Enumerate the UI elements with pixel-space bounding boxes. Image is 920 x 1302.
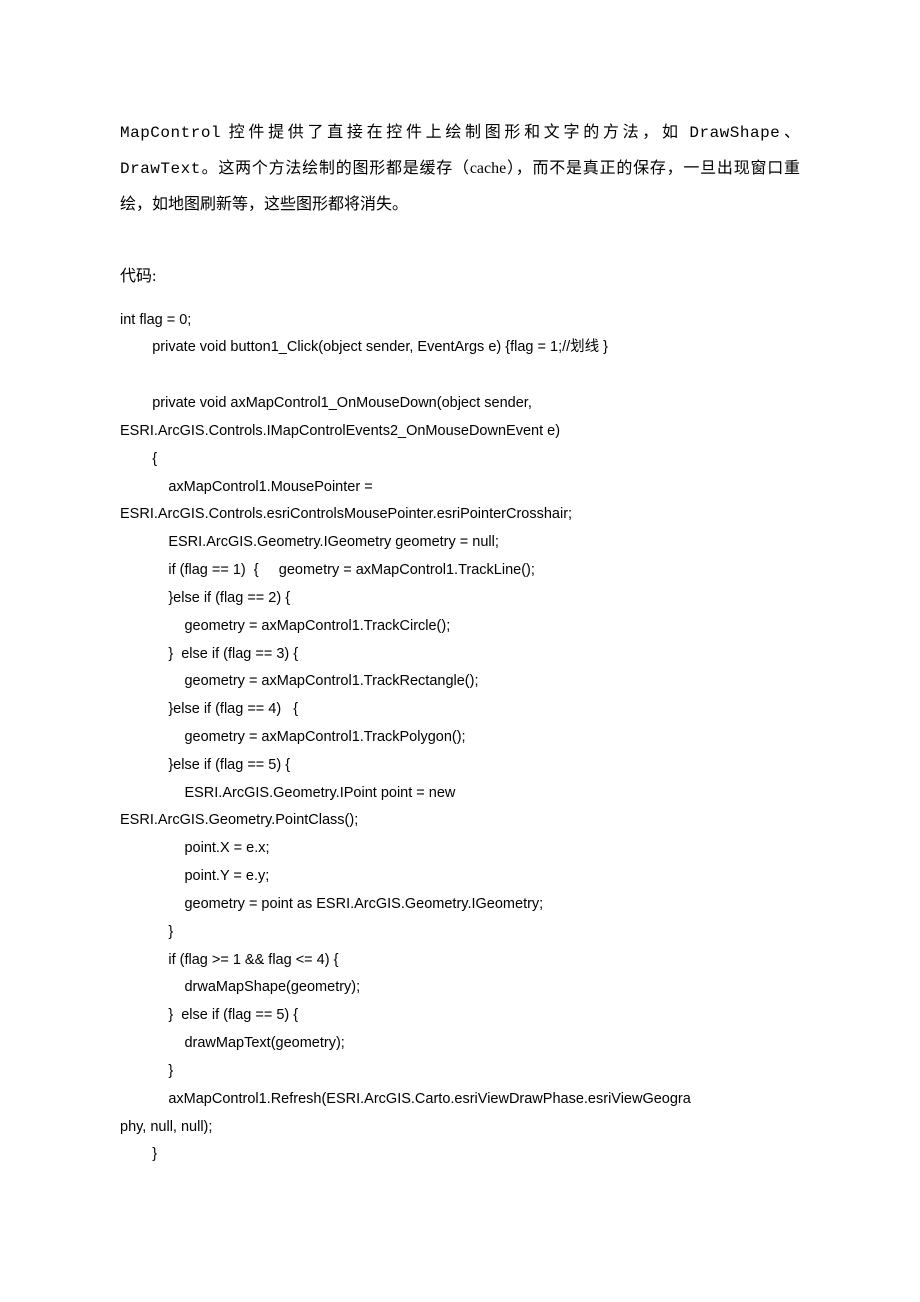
code-line: drawMapText(geometry); bbox=[120, 1030, 800, 1058]
code-line: if (flag >= 1 && flag <= 4) { bbox=[120, 947, 800, 975]
code-label: 代码: bbox=[120, 261, 800, 293]
code-line: private void axMapControl1_OnMouseDown(o… bbox=[120, 390, 800, 418]
code-line: point.Y = e.y; bbox=[120, 863, 800, 891]
intro-text-1: MapControl bbox=[120, 124, 221, 142]
code-line: } bbox=[120, 1141, 800, 1169]
code-line: point.X = e.x; bbox=[120, 835, 800, 863]
code-line: drwaMapShape(geometry); bbox=[120, 974, 800, 1002]
intro-text-4: 、 bbox=[780, 124, 800, 141]
code-line bbox=[120, 362, 800, 390]
code-line: int flag = 0; bbox=[120, 307, 800, 335]
code-line: } bbox=[120, 1058, 800, 1086]
code-line: axMapControl1.Refresh(ESRI.ArcGIS.Carto.… bbox=[120, 1086, 800, 1114]
code-line: geometry = axMapControl1.TrackCircle(); bbox=[120, 613, 800, 641]
document-page: MapControl 控件提供了直接在控件上绘制图形和文字的方法，如 DrawS… bbox=[0, 0, 920, 1229]
code-line: phy, null, null); bbox=[120, 1114, 800, 1142]
code-line: geometry = point as ESRI.ArcGIS.Geometry… bbox=[120, 891, 800, 919]
code-block: int flag = 0; private void button1_Click… bbox=[120, 307, 800, 1170]
code-line: ESRI.ArcGIS.Geometry.IPoint point = new bbox=[120, 780, 800, 808]
code-line: { bbox=[120, 446, 800, 474]
intro-text-2: 控件提供了直接在控件上绘制图形和文字的方法，如 bbox=[221, 124, 689, 141]
code-line: axMapControl1.MousePointer = bbox=[120, 474, 800, 502]
code-line: ESRI.ArcGIS.Controls.esriControlsMousePo… bbox=[120, 501, 800, 529]
code-line: }else if (flag == 5) { bbox=[120, 752, 800, 780]
intro-text-6: 。这两个方法绘制的图形都是缓存（cache），而不是真正的保存，一旦出现窗口重绘… bbox=[120, 160, 800, 213]
code-line: geometry = axMapControl1.TrackRectangle(… bbox=[120, 668, 800, 696]
code-line: ESRI.ArcGIS.Controls.IMapControlEvents2_… bbox=[120, 418, 800, 446]
code-line: } else if (flag == 3) { bbox=[120, 641, 800, 669]
code-line: geometry = axMapControl1.TrackPolygon(); bbox=[120, 724, 800, 752]
code-line: if (flag == 1) { geometry = axMapControl… bbox=[120, 557, 800, 585]
code-line: private void button1_Click(object sender… bbox=[120, 334, 800, 362]
code-line: } bbox=[120, 919, 800, 947]
intro-paragraph: MapControl 控件提供了直接在控件上绘制图形和文字的方法，如 DrawS… bbox=[120, 115, 800, 223]
intro-text-3: DrawShape bbox=[689, 124, 780, 142]
code-line: } else if (flag == 5) { bbox=[120, 1002, 800, 1030]
code-line: ESRI.ArcGIS.Geometry.PointClass(); bbox=[120, 807, 800, 835]
code-line: }else if (flag == 4) { bbox=[120, 696, 800, 724]
code-line: ESRI.ArcGIS.Geometry.IGeometry geometry … bbox=[120, 529, 800, 557]
code-line: }else if (flag == 2) { bbox=[120, 585, 800, 613]
intro-text-5: DrawText bbox=[120, 160, 201, 178]
